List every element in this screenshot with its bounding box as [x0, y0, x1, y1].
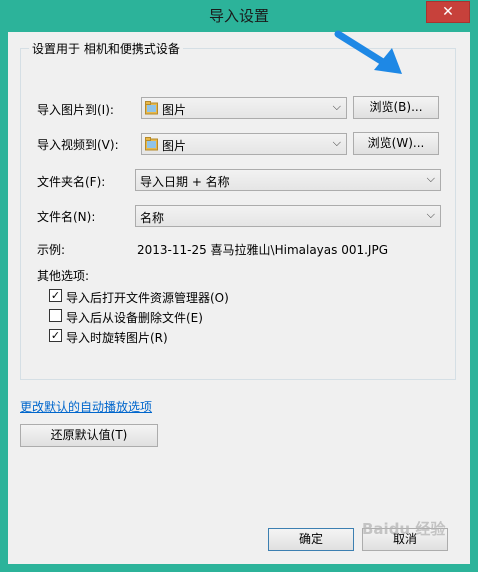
chevron-down-icon: ⌵: [426, 172, 435, 185]
file-name-select[interactable]: 名称 ⌵: [135, 205, 441, 227]
import-videos-select[interactable]: 图片 ⌵: [141, 133, 347, 155]
option-label: 导入后打开文件资源管理器(O): [66, 291, 229, 305]
title-bar[interactable]: 导入设置 ✕: [0, 0, 478, 32]
import-pictures-value: 图片: [162, 103, 187, 117]
file-name-label: 文件名(N):: [37, 210, 96, 224]
import-videos-value: 图片: [162, 139, 187, 153]
browse-pictures-button[interactable]: 浏览(B)...: [353, 96, 439, 119]
checkbox[interactable]: ✓: [49, 329, 62, 342]
chevron-down-icon: ⌵: [332, 136, 341, 149]
example-label: 示例:: [37, 243, 66, 257]
folder-icon: [145, 101, 158, 115]
file-name-value: 名称: [140, 211, 165, 225]
folder-name-value: 导入日期 + 名称: [140, 175, 230, 189]
group-label: 设置用于 相机和便携式设备: [29, 40, 183, 57]
change-autoplay-link[interactable]: 更改默认的自动播放选项: [20, 398, 152, 415]
window-title: 导入设置: [208, 7, 269, 25]
option-label: 导入时旋转图片(R): [66, 331, 168, 345]
cancel-button[interactable]: 取消: [362, 528, 448, 551]
settings-group: 设置用于 相机和便携式设备 导入图片到(I): 图片 ⌵ 浏览(B)... 导入…: [20, 40, 456, 380]
annotation-arrow-icon: [334, 30, 402, 74]
browse-videos-button[interactable]: 浏览(W)...: [353, 132, 439, 155]
dialog-body: 设置用于 相机和便携式设备 导入图片到(I): 图片 ⌵ 浏览(B)... 导入…: [8, 32, 470, 564]
import-videos-label: 导入视频到(V):: [37, 138, 119, 152]
import-pictures-label: 导入图片到(I):: [37, 103, 114, 117]
example-value: 2013-11-25 喜马拉雅山\Himalayas 001.JPG: [137, 243, 388, 257]
checkbox[interactable]: [49, 309, 62, 322]
folder-name-select[interactable]: 导入日期 + 名称 ⌵: [135, 169, 441, 191]
close-icon: ✕: [442, 4, 454, 20]
close-button[interactable]: ✕: [426, 1, 470, 23]
import-pictures-select[interactable]: 图片 ⌵: [141, 97, 347, 119]
chevron-down-icon: ⌵: [426, 208, 435, 221]
chevron-down-icon: ⌵: [332, 100, 341, 113]
folder-name-label: 文件夹名(F):: [37, 175, 106, 189]
ok-button[interactable]: 确定: [268, 528, 354, 551]
checkbox[interactable]: ✓: [49, 289, 62, 302]
folder-icon: [145, 137, 158, 151]
other-options-label: 其他选项:: [37, 269, 90, 283]
restore-defaults-button[interactable]: 还原默认值(T): [20, 424, 158, 447]
dialog-window: 导入设置 ✕ 设置用于 相机和便携式设备 导入图片到(I): 图片 ⌵ 浏览(B…: [0, 0, 478, 572]
option-label: 导入后从设备删除文件(E): [66, 311, 203, 325]
